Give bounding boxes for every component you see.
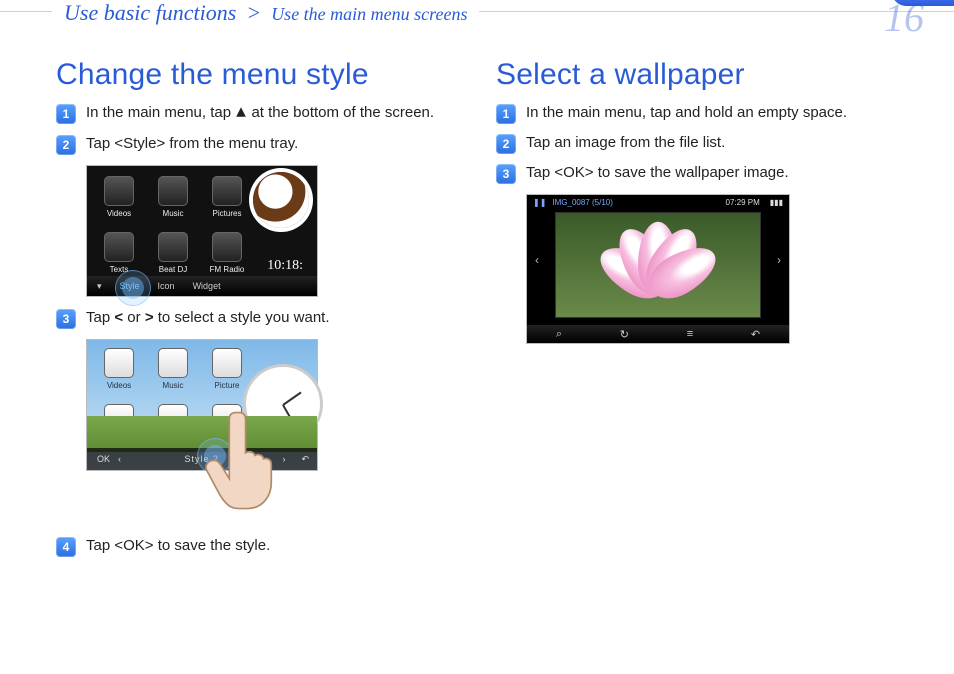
caret-down-icon: ▾ <box>97 281 102 292</box>
tray-widget: Widget <box>193 281 221 291</box>
section-title: Select a wallpaper <box>496 58 896 92</box>
breadcrumb-bar: Use basic functions > Use the main menu … <box>0 0 954 40</box>
text: or <box>127 309 145 326</box>
breadcrumb-sep: > <box>246 0 261 25</box>
text: to select a style you want. <box>158 309 330 326</box>
figure-wallpaper-viewer: ❚❚ IMG_0087 (5/10) 07:29 PM ▮▮▮ ‹ › <box>526 194 790 344</box>
step-text: Tap an image from the file list. <box>526 132 725 154</box>
step-2: 2 Tap an image from the file list. <box>496 132 896 154</box>
app-picture: Picture <box>207 348 247 390</box>
lotus-graphic <box>598 230 718 300</box>
clock-text: 10:18: <box>267 258 303 274</box>
less-than-icon: < <box>114 309 123 326</box>
app-label: Videos <box>107 381 131 390</box>
step-1: 1 In the main menu, tap at the bottom of… <box>56 102 456 125</box>
figure-style-select: Videos Music Picture Texts Beat DJ FM Ra… <box>86 339 318 471</box>
search-icon: ⌕ <box>556 328 562 341</box>
app-videos: Videos <box>99 176 139 218</box>
section-select-wallpaper: Select a wallpaper 1 In the main menu, t… <box>496 54 896 565</box>
app-label: Videos <box>107 209 131 218</box>
step-badge: 2 <box>496 134 516 154</box>
step-badge: 3 <box>56 309 76 329</box>
step-badge: 3 <box>496 164 516 184</box>
back-icon: ↶ <box>301 454 309 465</box>
step-2: 2 Tap <Style> from the menu tray. <box>56 133 456 155</box>
app-label: Pictures <box>213 209 242 218</box>
app-label: FM Radio <box>210 265 245 274</box>
step-badge: 1 <box>56 104 76 124</box>
text: Tap <box>86 309 114 326</box>
breadcrumb-sub: Use the main menu screens <box>271 4 467 24</box>
step-text: In the main menu, tap and hold an empty … <box>526 102 847 124</box>
step-3: 3 Tap <OK> to save the wallpaper image. <box>496 162 896 184</box>
figure-menu-tray: Videos Music Pictures Texts Beat DJ FM R… <box>86 165 318 297</box>
menu-icon: ≡ <box>687 328 693 340</box>
tap-highlight-icon <box>115 270 151 306</box>
step-text: Tap <OK> to save the style. <box>86 535 270 557</box>
file-label: IMG_0087 (5/10) <box>552 198 612 207</box>
tap-highlight-icon <box>197 438 233 474</box>
step-badge: 4 <box>56 537 76 557</box>
wallpaper-image <box>555 212 761 318</box>
coffee-cup-graphic <box>253 172 309 228</box>
section-change-menu-style: Change the menu style 1 In the main menu… <box>56 54 456 565</box>
page-number: 16 <box>884 0 924 41</box>
app-music: Music <box>153 176 193 218</box>
step-3: 3 Tap < or > to select a style you want. <box>56 307 456 329</box>
app-pictures: Pictures <box>207 176 247 218</box>
step-text: In the main menu, tap at the bottom of t… <box>86 102 434 125</box>
step-text: Tap < or > to select a style you want. <box>86 307 330 329</box>
text: at the bottom of the screen. <box>251 104 434 121</box>
greater-than-icon: > <box>145 309 154 326</box>
prev-icon: ‹ <box>118 454 121 464</box>
breadcrumb: Use basic functions > Use the main menu … <box>52 0 479 26</box>
next-icon: › <box>282 454 285 464</box>
step-1: 1 In the main menu, tap and hold an empt… <box>496 102 896 124</box>
prev-image-icon: ‹ <box>535 253 539 267</box>
app-texts: Texts <box>99 232 139 274</box>
section-title: Change the menu style <box>56 58 456 92</box>
text: In the main menu, tap <box>86 104 235 121</box>
app-videos: Videos <box>99 348 139 390</box>
app-label: Music <box>163 209 184 218</box>
battery-icon: ▮▮▮ <box>770 198 783 207</box>
status-clock: 07:29 PM <box>726 198 760 207</box>
step-text: Tap <OK> to save the wallpaper image. <box>526 162 789 184</box>
status-bar: ❚❚ IMG_0087 (5/10) 07:29 PM ▮▮▮ <box>527 195 789 210</box>
viewer-toolbar: ⌕ ↻ ≡ ↶ <box>527 325 789 343</box>
tray-icon: Icon <box>158 281 175 291</box>
app-label: Picture <box>215 381 240 390</box>
refresh-icon: ↻ <box>620 328 629 341</box>
step-badge: 2 <box>56 135 76 155</box>
back-icon: ↶ <box>751 328 760 341</box>
next-image-icon: › <box>777 253 781 267</box>
app-music: Music <box>153 348 193 390</box>
ok-label: OK <box>97 454 110 464</box>
app-fmradio: FM Radio <box>207 232 247 274</box>
app-label: Beat DJ <box>159 265 187 274</box>
step-badge: 1 <box>496 104 516 124</box>
step-4: 4 Tap <OK> to save the style. <box>56 535 456 557</box>
triangle-up-icon <box>235 103 247 125</box>
step-text: Tap <Style> from the menu tray. <box>86 133 298 155</box>
app-label: Music <box>163 381 184 390</box>
app-beatdj: Beat DJ <box>153 232 193 274</box>
pause-icon: ❚❚ <box>533 198 546 207</box>
breadcrumb-main: Use basic functions <box>64 0 236 25</box>
